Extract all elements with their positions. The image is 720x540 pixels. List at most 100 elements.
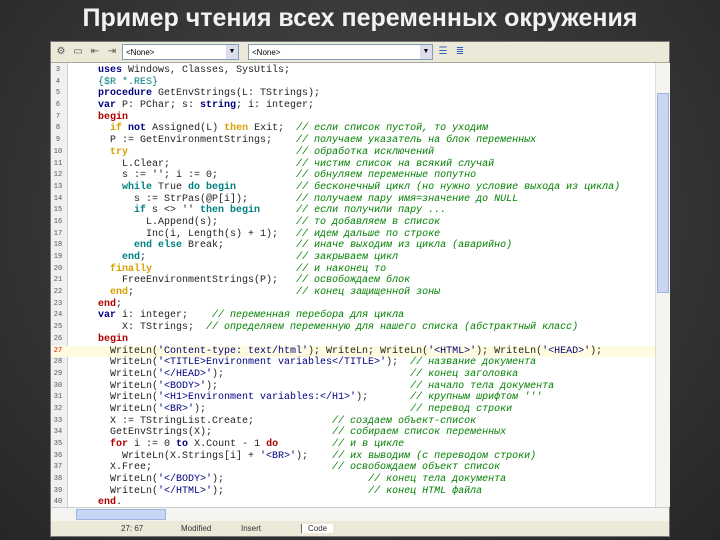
code-line[interactable]: 10 try // обработка исключений: [51, 147, 655, 159]
code-line[interactable]: 19 end; // закрываем цикл: [51, 252, 655, 264]
code-line[interactable]: 28 WriteLn('<TITLE>Environment variables…: [51, 357, 655, 369]
code-line[interactable]: 24 var i: integer; // переменная перебора…: [51, 310, 655, 322]
code-line[interactable]: 36 WriteLn(X.Strings[i] + '<BR>'); // их…: [51, 451, 655, 463]
code-text: s := ''; i := 0;: [98, 170, 219, 182]
code-text: Assigned(L): [146, 123, 225, 135]
indent-icon[interactable]: ≣: [453, 45, 467, 59]
code-line[interactable]: 38 WriteLn('</BODY>'); // конец тела док…: [51, 474, 655, 486]
code-line[interactable]: 12 s := ''; i := 0; // обнуляем переменн…: [51, 170, 655, 182]
code-text: GetEnvStrings(X);: [98, 427, 213, 439]
chevron-down-icon[interactable]: ▼: [420, 45, 432, 59]
code-keyword: end: [122, 252, 141, 263]
code-comment: // определяем переменную для нашего спис…: [206, 322, 579, 334]
jump-forward-icon[interactable]: ⇥: [105, 45, 119, 59]
code-line[interactable]: 22 end; // конец защищенной зоны: [51, 287, 655, 299]
code-line[interactable]: 30 WriteLn('<BODY>'); // начало тела док…: [51, 381, 655, 393]
code-line[interactable]: 23 end;: [51, 299, 655, 311]
code-line[interactable]: 9 P := GetEnvironmentStrings; // получае…: [51, 135, 655, 147]
method-combo[interactable]: <None> ▼: [248, 44, 433, 60]
code-line[interactable]: 6 var P: PChar; s: string; i: integer;: [51, 100, 655, 112]
code-line[interactable]: 26 begin: [51, 334, 655, 346]
code-line[interactable]: 13 while True do begin // бесконечный ци…: [51, 182, 655, 194]
code-text: P := GetEnvironmentStrings;: [98, 135, 273, 147]
line-number: 39: [53, 486, 63, 495]
code-line[interactable]: 32 WriteLn('<BR>'); // перевод строки: [51, 404, 655, 416]
code-line[interactable]: 14 s := StrPas(@P[i]); // получаем пару …: [51, 194, 655, 206]
code-line[interactable]: 27 WriteLn('Content-type: text/html'); W…: [51, 345, 655, 358]
code-line[interactable]: 35 for i := 0 to X.Count - 1 do // и в ц…: [51, 439, 655, 451]
line-source: L.Clear; // чистим список на всякий случ…: [98, 159, 494, 171]
code-text: Windows, Classes, SysUtils;: [122, 65, 291, 76]
code-comment: // перевод строки: [410, 403, 513, 415]
class-combo[interactable]: <None> ▼: [122, 44, 239, 60]
code-line[interactable]: 8 if not Assigned(L) then Exit; // если …: [51, 123, 655, 135]
jump-back-icon[interactable]: ⇤: [88, 45, 102, 59]
object-icon[interactable]: ⚙: [54, 45, 68, 59]
code-keyword: var: [98, 310, 117, 322]
code-lines: 3 uses Windows, Classes, SysUtils; 4 {$R *.…: [51, 65, 655, 507]
code-line[interactable]: 17 Inc(i, Length(s) + 1); // идем дальше…: [51, 229, 655, 241]
tab-code[interactable]: Code: [301, 524, 334, 533]
code-area[interactable]: 3 uses Windows, Classes, SysUtils; 4 {$R *.…: [51, 63, 655, 507]
horizontal-scrollbar[interactable]: [51, 507, 669, 521]
code-comment: // обнуляем переменные попутно: [296, 170, 477, 182]
code-comment: // конец тела документа: [368, 474, 507, 486]
code-keyword: try: [110, 146, 129, 158]
code-string: '<HTML>': [428, 345, 477, 357]
line-source: var i: integer; // переменная перебора д…: [98, 310, 404, 322]
horizontal-scroll-thumb[interactable]: [76, 509, 166, 520]
code-line[interactable]: 37 X.Free; // освобождаем объект список: [51, 462, 655, 474]
code-line[interactable]: 7 begin: [51, 112, 655, 124]
align-icon[interactable]: ☰: [436, 45, 450, 59]
code-text: .: [116, 497, 123, 507]
code-line[interactable]: 25 X: TStrings; // определяем переменную…: [51, 322, 655, 334]
code-line[interactable]: 4 {$R *.RES}: [51, 77, 655, 89]
code-comment: // крупным шрифтом ''': [410, 392, 543, 404]
code-line[interactable]: 15 if s <> '' then begin // если получил…: [51, 205, 655, 217]
code-comment: // переменная перебора для цикла: [212, 310, 405, 322]
chevron-down-icon[interactable]: ▼: [226, 45, 238, 59]
code-text: P: PChar; s:: [116, 100, 201, 112]
new-unit-icon[interactable]: ▭: [71, 45, 85, 59]
line-source: if s <> '' then begin // если получили п…: [98, 205, 446, 217]
code-line[interactable]: 18 end else Break; // иначе выходим из ц…: [51, 240, 655, 252]
code-line[interactable]: 3 uses Windows, Classes, SysUtils;: [51, 65, 655, 77]
line-source: Inc(i, Length(s) + 1); // идем дальше по…: [98, 229, 440, 241]
code-line[interactable]: 16 L.Append(s); // то добавляем в список: [51, 217, 655, 229]
line-number: 18: [53, 241, 63, 250]
line-source: procedure GetEnvStrings(L: TStrings);: [98, 88, 320, 100]
vertical-scrollbar[interactable]: [655, 63, 670, 507]
code-keyword: begin: [98, 333, 129, 345]
line-source: end; // конец защищенной зоны: [98, 287, 440, 299]
code-line[interactable]: 29 WriteLn('</HEAD>'); // конец заголовк…: [51, 369, 655, 381]
vertical-scroll-thumb[interactable]: [657, 93, 669, 293]
code-line[interactable]: 40 end.: [51, 497, 655, 507]
code-line[interactable]: 11 L.Clear; // чистим список на всякий с…: [51, 159, 655, 171]
line-number: 11: [53, 159, 63, 168]
line-source: WriteLn('</BODY>'); // конец тела докуме…: [98, 474, 506, 486]
code-text: ; i: integer;: [236, 100, 315, 112]
code-line[interactable]: 20 finally // и наконец то: [51, 264, 655, 276]
code-keyword: for: [110, 439, 129, 450]
code-line[interactable]: 33 X := TStringList.Create; // создаем о…: [51, 416, 655, 428]
code-text: L.Append(s);: [98, 216, 219, 228]
code-line[interactable]: 5 procedure GetEnvStrings(L: TStrings);: [51, 88, 655, 100]
code-text: WriteLn(: [98, 368, 159, 380]
code-line[interactable]: 31 WriteLn('<H1>Environment variables:</…: [51, 392, 655, 404]
code-line[interactable]: 21 FreeEnvironmentStrings(P); // освобож…: [51, 275, 655, 287]
code-line[interactable]: 39 WriteLn('</HTML>'); // конец HTML фай…: [51, 486, 655, 498]
code-text: s <> '': [146, 205, 201, 217]
code-comment: // иначе выходим из цикла (аварийно): [296, 240, 513, 252]
code-line[interactable]: 34 GetEnvStrings(X); // собираем список …: [51, 427, 655, 439]
line-number: 28: [53, 358, 63, 367]
code-keyword: end: [98, 497, 117, 507]
